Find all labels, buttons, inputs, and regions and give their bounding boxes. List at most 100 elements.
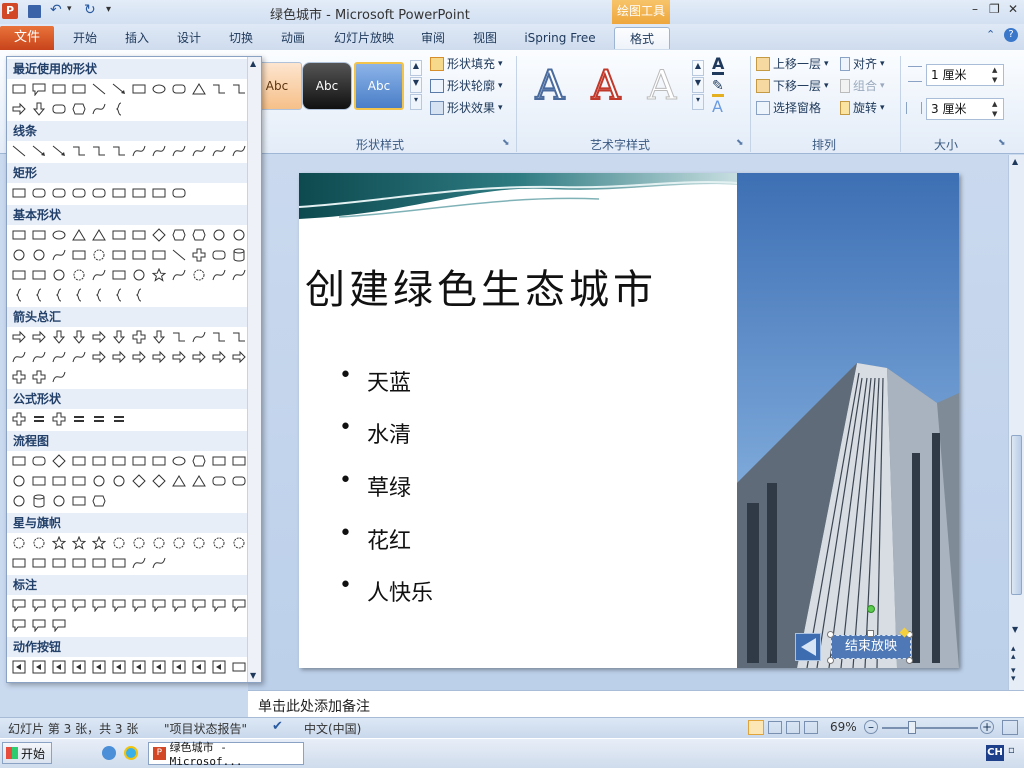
tri-shape-icon[interactable] (190, 81, 207, 97)
tri-shape-icon[interactable] (70, 227, 87, 243)
action-shape-icon[interactable] (210, 659, 227, 675)
rarrow-shape-icon[interactable] (210, 349, 227, 365)
curve-shape-icon[interactable] (90, 267, 107, 283)
line-shape-icon[interactable] (90, 81, 107, 97)
tab-review[interactable]: 审阅 (412, 27, 454, 49)
rect-shape-icon[interactable] (10, 227, 27, 243)
elbow-shape-icon[interactable] (210, 329, 227, 345)
rect-shape-icon[interactable] (10, 81, 27, 97)
curve-shape-icon[interactable] (190, 329, 207, 345)
circ-shape-icon[interactable] (110, 473, 127, 489)
oval-shape-icon[interactable] (150, 81, 167, 97)
slide-sorter-icon[interactable] (768, 721, 782, 734)
quicklaunch-ie-icon[interactable] (124, 746, 138, 760)
rect-shape-icon[interactable] (130, 185, 147, 201)
oval-shape-icon[interactable] (170, 453, 187, 469)
wordart-dialog-launcher[interactable]: ⬊ (736, 138, 744, 148)
rrect-shape-icon[interactable] (230, 473, 247, 489)
rect-shape-icon[interactable] (10, 185, 27, 201)
callout-shape-icon[interactable] (30, 81, 47, 97)
rect-shape-icon[interactable] (110, 247, 127, 263)
arrow-shape-icon[interactable] (50, 143, 67, 159)
selection-pane-button[interactable]: 选择窗格 (756, 98, 821, 118)
seal-shape-icon[interactable] (170, 535, 187, 551)
eq-shape-icon[interactable] (90, 411, 107, 427)
slide-counter[interactable]: 幻灯片 第 3 张，共 3 张 (8, 720, 138, 737)
rarrow-shape-icon[interactable] (150, 349, 167, 365)
close-button[interactable]: ✕ (1008, 2, 1018, 16)
cyl-shape-icon[interactable] (30, 493, 47, 509)
curve-shape-icon[interactable] (170, 267, 187, 283)
rrect-shape-icon[interactable] (210, 247, 227, 263)
darrow-shape-icon[interactable] (70, 329, 87, 345)
brace-shape-icon[interactable] (110, 287, 127, 303)
star-shape-icon[interactable] (150, 267, 167, 283)
rect-shape-icon[interactable] (10, 555, 27, 571)
circ-shape-icon[interactable] (90, 473, 107, 489)
dia-shape-icon[interactable] (150, 473, 167, 489)
slide-title[interactable]: 创建绿色生态城市 (305, 257, 735, 315)
slideshow-view-icon[interactable] (804, 721, 818, 734)
gallery-scroll-down[interactable]: ▼ (250, 671, 256, 680)
hex-shape-icon[interactable] (190, 227, 207, 243)
resize-handle[interactable] (827, 657, 834, 664)
bullet-item[interactable]: 花红 (339, 521, 411, 555)
line-shape-icon[interactable] (170, 247, 187, 263)
text-outline-icon[interactable]: ✎ (712, 78, 724, 97)
curve-shape-icon[interactable] (90, 101, 107, 117)
rect-shape-icon[interactable] (110, 267, 127, 283)
darrow-shape-icon[interactable] (150, 329, 167, 345)
eq-shape-icon[interactable] (70, 411, 87, 427)
curve-shape-icon[interactable] (230, 143, 247, 159)
rrect-shape-icon[interactable] (50, 101, 67, 117)
seal-shape-icon[interactable] (70, 267, 87, 283)
action-shape-icon[interactable] (70, 659, 87, 675)
powerpoint-app-icon[interactable]: P (2, 3, 18, 19)
group-button[interactable]: 组合 ▾ (840, 76, 885, 96)
seal-shape-icon[interactable] (90, 247, 107, 263)
spellcheck-icon[interactable]: ✔ (272, 719, 283, 734)
resize-handle[interactable] (827, 631, 834, 638)
curve-shape-icon[interactable] (210, 267, 227, 283)
curve-shape-icon[interactable] (130, 143, 147, 159)
rarrow-shape-icon[interactable] (10, 101, 27, 117)
seal-shape-icon[interactable] (130, 535, 147, 551)
action-shape-icon[interactable] (150, 659, 167, 675)
callout-shape-icon[interactable] (10, 617, 27, 633)
rect-shape-icon[interactable] (150, 247, 167, 263)
rarrow-shape-icon[interactable] (230, 349, 247, 365)
oval-shape-icon[interactable] (50, 227, 67, 243)
rect-shape-icon[interactable] (30, 473, 47, 489)
circ-shape-icon[interactable] (10, 247, 27, 263)
wordart-scroll-up[interactable]: ▲ (692, 60, 704, 76)
shape-styles-dialog-launcher[interactable]: ⬊ (502, 138, 510, 148)
notes-pane[interactable]: 单击此处添加备注 (248, 690, 1024, 717)
action-shape-icon[interactable] (110, 659, 127, 675)
curve-shape-icon[interactable] (170, 143, 187, 159)
shapes-gallery-dropdown[interactable]: ▲ ▼ 最近使用的形状 线条 矩形 基本形状 箭头总汇 公式形状 流程图 星与旗… (6, 56, 262, 683)
rarrow-shape-icon[interactable] (90, 349, 107, 365)
action-shape-icon[interactable] (170, 659, 187, 675)
gallery-scroll-up[interactable]: ▲ (250, 59, 256, 68)
brace-shape-icon[interactable] (70, 287, 87, 303)
gallery-scrollbar[interactable]: ▲ ▼ (247, 57, 261, 682)
rrect-shape-icon[interactable] (210, 473, 227, 489)
elbow-shape-icon[interactable] (70, 143, 87, 159)
action-shape-icon[interactable] (10, 659, 27, 675)
tab-animations[interactable]: 动画 (272, 27, 314, 49)
rect-shape-icon[interactable] (70, 81, 87, 97)
rect-shape-icon[interactable] (110, 453, 127, 469)
save-icon[interactable] (28, 5, 41, 18)
shape-outline-button[interactable]: 形状轮廓 ▾ (430, 76, 503, 96)
resize-handle[interactable] (906, 657, 913, 664)
bring-forward-button[interactable]: 上移一层 ▾ (756, 54, 829, 74)
curve-shape-icon[interactable] (50, 369, 67, 385)
rect-shape-icon[interactable] (30, 267, 47, 283)
curve-shape-icon[interactable] (30, 349, 47, 365)
send-backward-button[interactable]: 下移一层 ▾ (756, 76, 829, 96)
rect-shape-icon[interactable] (50, 81, 67, 97)
tab-format[interactable]: 格式 (614, 27, 670, 49)
width-spinner[interactable]: ▲ ▼ (992, 99, 997, 119)
tab-file[interactable]: 文件 (0, 26, 54, 50)
curve-shape-icon[interactable] (50, 349, 67, 365)
